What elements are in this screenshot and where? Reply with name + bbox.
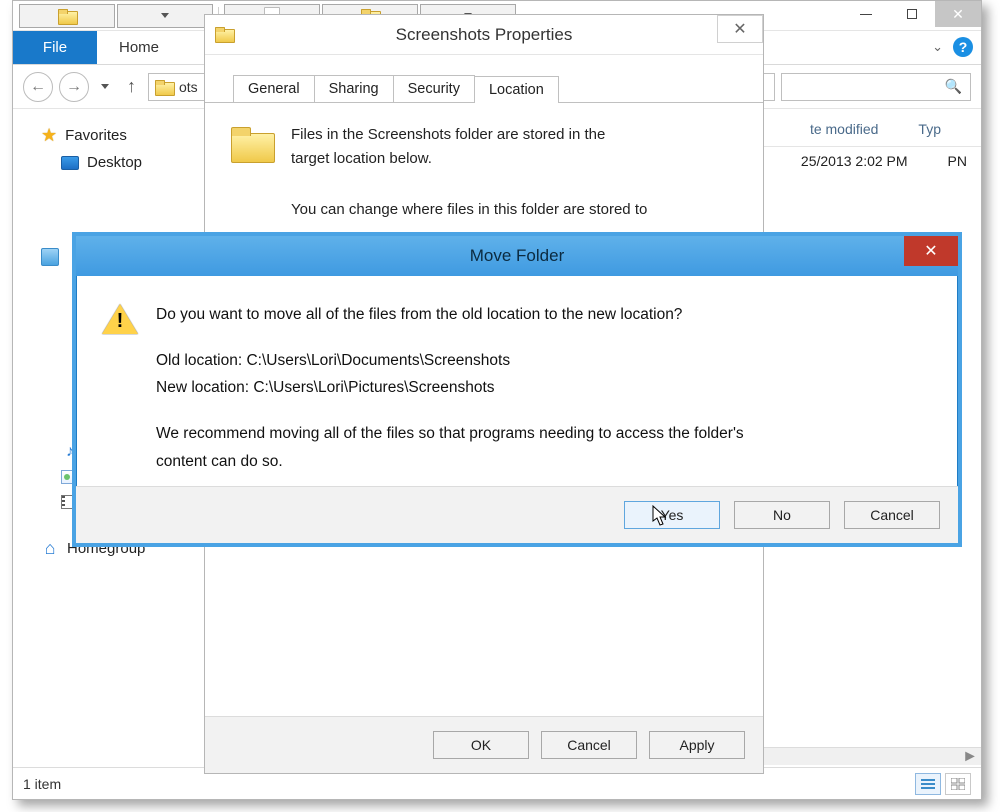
properties-title: Screenshots Properties [396,25,573,45]
move-new-location: New location: C:\Users\Lori\Pictures\Scr… [156,377,744,399]
folder-large-icon [231,127,273,161]
warning-icon [102,304,138,336]
desktop-label: Desktop [87,154,142,171]
icons-view-button[interactable] [945,773,971,795]
file-tab[interactable]: File [13,31,97,64]
window-controls: ✕ [843,1,981,27]
move-title-bar: Move Folder ✕ [76,236,958,276]
tab-general[interactable]: General [233,75,315,102]
breadcrumb[interactable]: ots [179,79,198,95]
yes-button[interactable]: Yes [624,501,720,529]
properties-title-icon [215,27,233,41]
move-folder-dialog: Move Folder ✕ Do you want to move all of… [72,232,962,547]
properties-apply-button[interactable]: Apply [649,731,745,759]
view-switcher [915,773,971,795]
search-box[interactable]: 🔍 [781,73,971,101]
properties-ok-button[interactable]: OK [433,731,529,759]
favorites-label: Favorites [65,127,127,144]
properties-cancel-button[interactable]: Cancel [541,731,637,759]
back-button[interactable]: ← [23,72,53,102]
move-title: Move Folder [470,246,564,266]
props-line-1: Files in the Screenshots folder are stor… [291,125,647,145]
qat-folder-icon[interactable] [19,4,115,28]
row-type: PN [948,153,977,169]
tab-security[interactable]: Security [393,75,475,102]
details-view-button[interactable] [915,773,941,795]
col-type[interactable]: Typ [918,121,981,137]
no-button[interactable]: No [734,501,830,529]
home-tab[interactable]: Home [97,31,181,64]
item-count: 1 item [23,776,61,792]
properties-footer: OK Cancel Apply [205,716,763,773]
up-button[interactable]: ↑ [121,76,142,97]
move-body: Do you want to move all of the files fro… [76,276,958,486]
props-line-3: You can change where files in this folde… [291,200,647,220]
cancel-button[interactable]: Cancel [844,501,940,529]
tab-sharing[interactable]: Sharing [314,75,394,102]
properties-title-bar: Screenshots Properties ✕ [205,15,763,55]
history-dropdown[interactable] [95,77,115,97]
properties-close-button[interactable]: ✕ [717,15,763,43]
move-old-location: Old location: C:\Users\Lori\Documents\Sc… [156,350,744,372]
props-line-2: target location below. [291,149,647,169]
properties-tabs: General Sharing Security Location [205,55,763,103]
libraries-icon [41,249,59,265]
forward-button[interactable]: → [59,72,89,102]
favorites-header[interactable]: ★ Favorites [13,121,217,150]
address-folder-icon [155,80,173,94]
row-date: 25/2013 2:02 PM [801,153,948,169]
move-close-button[interactable]: ✕ [904,236,958,266]
homegroup-icon: ⌂ [41,541,59,557]
tab-location[interactable]: Location [474,76,559,103]
properties-body: Files in the Screenshots folder are stor… [205,103,763,246]
move-recommend-2: content can do so. [156,451,744,473]
search-icon: 🔍 [945,78,962,95]
nav-desktop[interactable]: Desktop [13,150,217,175]
star-icon: ★ [41,125,57,146]
help-icon[interactable]: ? [953,37,973,57]
move-footer: Yes No Cancel [76,486,958,543]
ribbon-collapse-icon[interactable]: ⌄ [932,39,943,55]
move-recommend-1: We recommend moving all of the files so … [156,423,744,445]
minimize-button[interactable] [843,1,889,27]
close-button[interactable]: ✕ [935,1,981,27]
maximize-button[interactable] [889,1,935,27]
scroll-right-icon[interactable]: ► [961,748,979,765]
qat-dropdown-1[interactable] [117,4,213,28]
desktop-icon [61,155,79,171]
col-date-modified[interactable]: te modified [810,121,918,137]
breadcrumb-tail: ots [179,79,198,95]
move-question: Do you want to move all of the files fro… [156,304,744,326]
